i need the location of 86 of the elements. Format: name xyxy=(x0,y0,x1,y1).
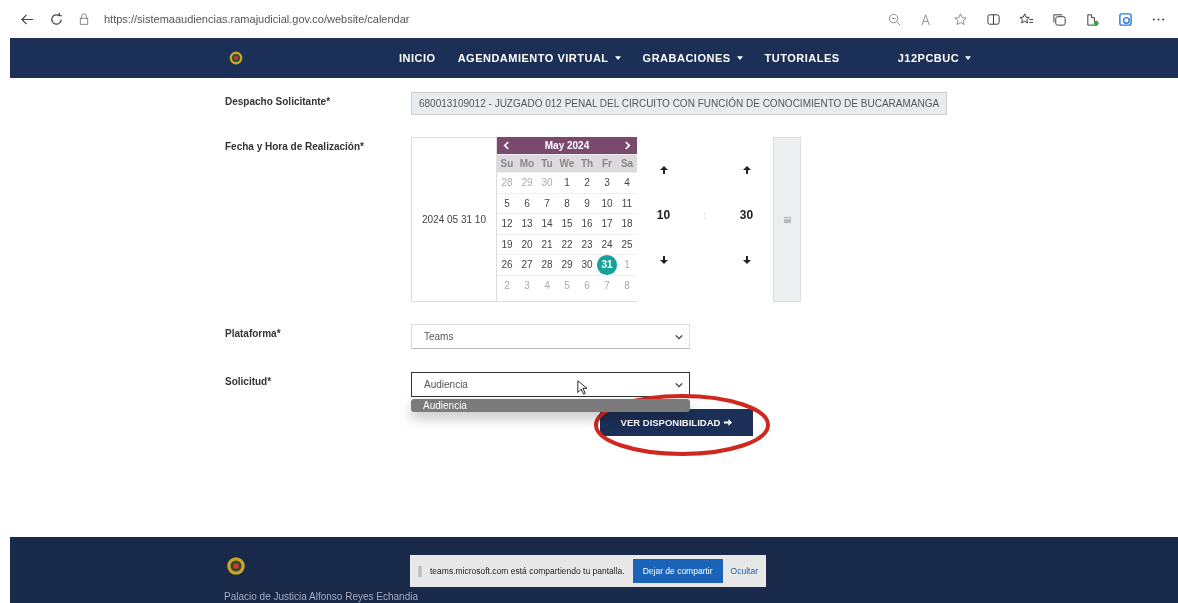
calendar-day[interactable]: 24 xyxy=(597,234,617,254)
calendar-day[interactable]: 27 xyxy=(517,255,537,275)
caret-icon xyxy=(965,56,972,60)
calendar-day[interactable]: 21 xyxy=(537,234,557,254)
up-arrow-icon[interactable] xyxy=(741,165,752,175)
calendar-day[interactable]: 8 xyxy=(557,193,577,213)
nav-link[interactable]: AGENDAMIENTO VIRTUAL xyxy=(457,52,621,64)
previous-icon[interactable] xyxy=(503,141,510,150)
nav-link[interactable]: TUTORIALES xyxy=(764,52,840,64)
stop-sharing-button[interactable]: Dejar de compartir xyxy=(632,559,723,583)
calendar-day[interactable]: 23 xyxy=(577,234,597,254)
split-screen-icon[interactable] xyxy=(986,11,1001,27)
calendar-day[interactable]: 22 xyxy=(557,234,577,254)
calendar-day[interactable]: 13 xyxy=(517,214,537,234)
collections-icon[interactable] xyxy=(1052,11,1067,27)
caret-icon xyxy=(736,56,743,60)
date-field[interactable]: 2024 05 31 10 xyxy=(411,137,497,302)
calendar-day[interactable]: 19 xyxy=(497,234,517,254)
calendar-day[interactable]: 1 xyxy=(557,173,577,193)
drag-handle-icon[interactable] xyxy=(418,565,422,577)
calendar-day[interactable]: 17 xyxy=(597,214,617,234)
chevron-icon xyxy=(675,381,683,388)
calendar-day[interactable]: 25 xyxy=(617,234,637,254)
calendar-day[interactable]: 26 xyxy=(497,255,517,275)
share-message: teams.microsoft.com está compartiendo tu pantalla. xyxy=(430,566,625,576)
field-label: Fecha y Hora de Realización* xyxy=(225,140,365,154)
arrow-right-icon xyxy=(723,418,733,427)
calendar-day[interactable]: 14 xyxy=(537,214,557,234)
weekday-label: Mo xyxy=(518,157,536,171)
calendar-day[interactable]: 11 xyxy=(617,193,637,213)
extension-icon[interactable] xyxy=(1085,11,1100,27)
favorites-icon[interactable] xyxy=(1019,11,1034,27)
hide-link[interactable]: Ocultar xyxy=(730,566,758,576)
zoom-icon[interactable] xyxy=(887,11,902,27)
calendar-day[interactable]: 29 xyxy=(557,255,577,275)
weekday-label: Th xyxy=(579,157,595,171)
nav-link[interactable]: INICIO xyxy=(399,52,436,64)
lock-icon xyxy=(78,13,90,25)
calendar-day[interactable]: 12 xyxy=(497,214,517,234)
calendar-day[interactable]: 18 xyxy=(617,214,637,234)
request-select[interactable]: Audiencia xyxy=(411,372,690,397)
calendar-day[interactable]: 9 xyxy=(577,193,597,213)
emblem-icon[interactable] xyxy=(228,50,244,66)
browser-logo-icon[interactable] xyxy=(1118,11,1133,27)
mouse-cursor-icon xyxy=(577,380,587,395)
address-bar[interactable]: https://sistemaaudiencias.ramajudicial.gov.co/website/calendar xyxy=(104,13,873,25)
dropdown-option[interactable]: Audiencia xyxy=(411,399,690,412)
next-icon[interactable] xyxy=(624,141,631,150)
user-menu[interactable]: J12PCBUC xyxy=(897,52,972,64)
footer-address: Palacio de Justicia Alfonso Reyes Echandia xyxy=(224,591,418,602)
nav-link[interactable]: GRABACIONES xyxy=(642,52,743,64)
chevron-icon xyxy=(675,333,683,340)
hour-value[interactable]: 10 xyxy=(656,208,671,222)
calendar-day[interactable]: 28 xyxy=(537,255,557,275)
minute-value[interactable]: 30 xyxy=(739,208,754,222)
calendar-day[interactable]: 30 xyxy=(577,255,597,275)
weekday-label: Sa xyxy=(619,157,635,171)
availability-button[interactable]: VER DISPONIBILIDAD xyxy=(600,409,753,436)
weekday-label: Su xyxy=(499,157,515,171)
time-separator: : xyxy=(703,209,707,221)
star-icon[interactable] xyxy=(953,11,968,27)
refresh-icon[interactable] xyxy=(49,11,64,27)
calendar-day[interactable]: 3 xyxy=(597,173,617,193)
weekday-label: We xyxy=(558,157,576,171)
calendar-day[interactable]: 16 xyxy=(577,214,597,234)
calendar-day[interactable]: 2 xyxy=(577,173,597,193)
down-arrow-icon[interactable] xyxy=(741,255,752,265)
weekday-label: Tu xyxy=(540,157,554,171)
field-label: Despacho Solicitante* xyxy=(225,95,332,109)
field-label: Plataforma* xyxy=(225,327,282,341)
up-arrow-icon[interactable] xyxy=(658,165,669,175)
office-field: 680013109012 - JUZGADO 012 PENAL DEL CIRCUITO CON FUNCIÓN DE CONOCIMIENTO DE BUCARAMANGA xyxy=(411,92,948,115)
weekday-label: Fr xyxy=(601,157,613,171)
calendar-day[interactable]: 6 xyxy=(517,193,537,213)
caret-icon xyxy=(614,56,621,60)
emblem-icon xyxy=(225,555,247,577)
platform-select[interactable]: Teams xyxy=(411,324,690,349)
field-label: Solicitud* xyxy=(225,375,273,389)
calendar-day[interactable]: 15 xyxy=(557,214,577,234)
calendar-day[interactable]: 7 xyxy=(537,193,557,213)
calendar-day[interactable]: 10 xyxy=(597,193,617,213)
calendar-day[interactable]: 4 xyxy=(617,173,637,193)
calendar-day[interactable]: 5 xyxy=(497,193,517,213)
down-arrow-icon[interactable] xyxy=(658,255,669,265)
calendar-day[interactable]: 20 xyxy=(517,234,537,254)
calendar-icon xyxy=(782,215,792,224)
